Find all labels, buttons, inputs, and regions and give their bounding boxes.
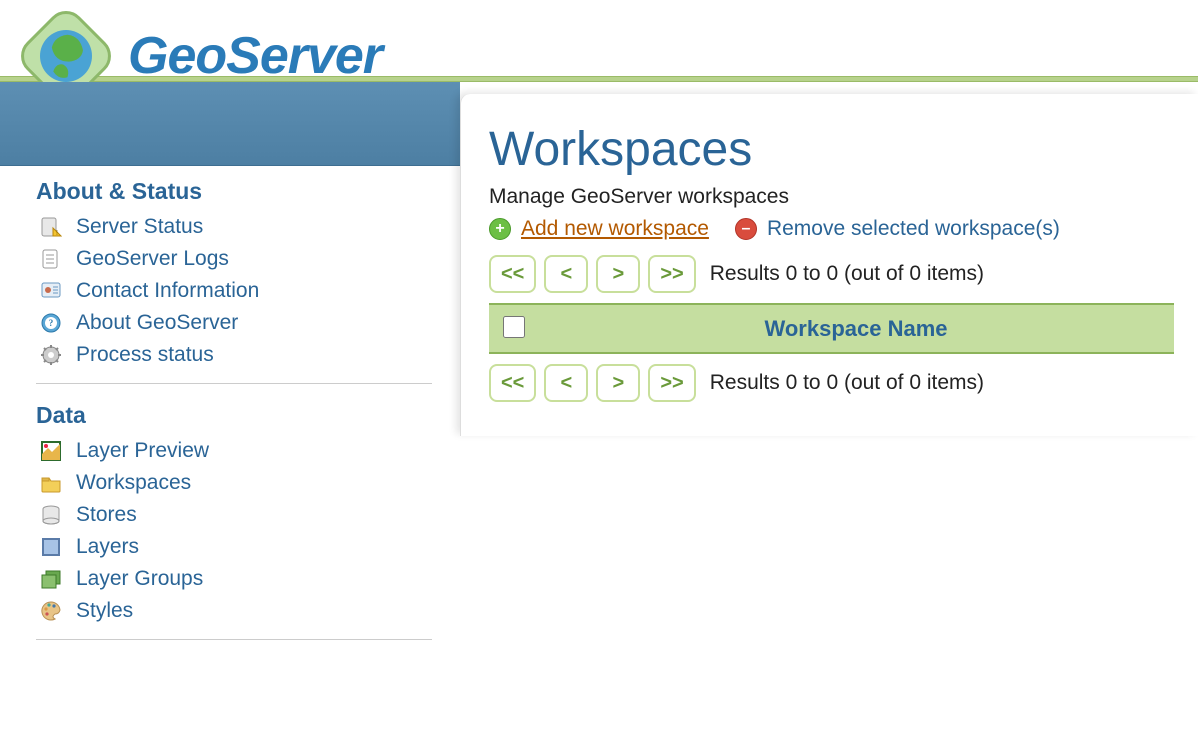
pager-next-button[interactable]: > <box>596 364 640 402</box>
sidebar-item-label: GeoServer Logs <box>76 247 229 271</box>
remove-workspace-link[interactable]: – Remove selected workspace(s) <box>735 217 1060 241</box>
sidebar-item-styles[interactable]: Styles <box>40 595 432 627</box>
sidebar-item-label: Styles <box>76 599 133 623</box>
select-all-checkbox[interactable] <box>503 316 525 338</box>
sidebar: About & Status ! Server Status GeoServer… <box>0 82 460 660</box>
add-workspace-link[interactable]: + Add new workspace <box>489 217 709 241</box>
sidebar-item-label: Contact Information <box>76 279 259 303</box>
plus-icon: + <box>489 218 511 240</box>
sidebar-item-label: About GeoServer <box>76 311 238 335</box>
action-row: + Add new workspace – Remove selected wo… <box>489 217 1174 241</box>
sidebar-item-about[interactable]: ? About GeoServer <box>40 307 432 339</box>
sidebar-item-label: Server Status <box>76 215 203 239</box>
sidebar-item-label: Layer Groups <box>76 567 203 591</box>
sidebar-item-layer-preview[interactable]: Layer Preview <box>40 435 432 467</box>
page-title: Workspaces <box>489 122 1174 177</box>
sidebar-item-label: Process status <box>76 343 214 367</box>
pager-top: << < > >> Results 0 to 0 (out of 0 items… <box>489 255 1174 293</box>
pager-bottom: << < > >> Results 0 to 0 (out of 0 items… <box>489 364 1174 402</box>
pager-results-text: Results 0 to 0 (out of 0 items) <box>710 371 984 395</box>
svg-text:?: ? <box>49 318 54 328</box>
workspaces-icon <box>40 472 62 494</box>
pager-next-button[interactable]: > <box>596 255 640 293</box>
remove-workspace-label: Remove selected workspace(s) <box>767 217 1060 241</box>
layers-icon <box>40 536 62 558</box>
sidebar-item-server-status[interactable]: ! Server Status <box>40 211 432 243</box>
sidebar-item-label: Stores <box>76 503 137 527</box>
layer-groups-icon <box>40 568 62 590</box>
stores-icon <box>40 504 62 526</box>
column-header-name[interactable]: Workspace Name <box>538 304 1174 353</box>
pager-last-button[interactable]: >> <box>648 364 695 402</box>
sidebar-item-label: Workspaces <box>76 471 191 495</box>
pager-last-button[interactable]: >> <box>648 255 695 293</box>
styles-icon <box>40 600 62 622</box>
brand-name: GeoServer <box>128 26 382 86</box>
sidebar-item-logs[interactable]: GeoServer Logs <box>40 243 432 275</box>
svg-text:!: ! <box>56 230 58 237</box>
main-panel: Workspaces Manage GeoServer workspaces +… <box>460 94 1198 436</box>
sidebar-item-layer-groups[interactable]: Layer Groups <box>40 563 432 595</box>
layer-preview-icon <box>40 440 62 462</box>
menu-data: Layer Preview Workspaces Stores <box>36 429 432 640</box>
sidebar-item-label: Layer Preview <box>76 439 209 463</box>
logs-icon <box>40 248 62 270</box>
minus-icon: – <box>735 218 757 240</box>
select-all-header <box>489 304 538 353</box>
section-title-about: About & Status <box>36 178 432 205</box>
pager-prev-button[interactable]: < <box>544 255 588 293</box>
menu-about: ! Server Status GeoServer Logs Contact I… <box>36 205 432 384</box>
process-icon <box>40 344 62 366</box>
sidebar-item-layers[interactable]: Layers <box>40 531 432 563</box>
sidebar-item-process[interactable]: Process status <box>40 339 432 371</box>
page-subtitle: Manage GeoServer workspaces <box>489 185 1174 209</box>
sidebar-item-stores[interactable]: Stores <box>40 499 432 531</box>
section-title-data: Data <box>36 402 432 429</box>
sidebar-item-workspaces[interactable]: Workspaces <box>40 467 432 499</box>
pager-first-button[interactable]: << <box>489 255 536 293</box>
pager-prev-button[interactable]: < <box>544 364 588 402</box>
sidebar-item-contact[interactable]: Contact Information <box>40 275 432 307</box>
top-banner <box>0 82 460 166</box>
sidebar-item-label: Layers <box>76 535 139 559</box>
add-workspace-label: Add new workspace <box>521 217 709 241</box>
about-icon: ? <box>40 312 62 334</box>
workspaces-table: Workspace Name <box>489 303 1174 354</box>
pager-first-button[interactable]: << <box>489 364 536 402</box>
server-status-icon: ! <box>40 216 62 238</box>
contact-icon <box>40 280 62 302</box>
pager-results-text: Results 0 to 0 (out of 0 items) <box>710 262 984 286</box>
